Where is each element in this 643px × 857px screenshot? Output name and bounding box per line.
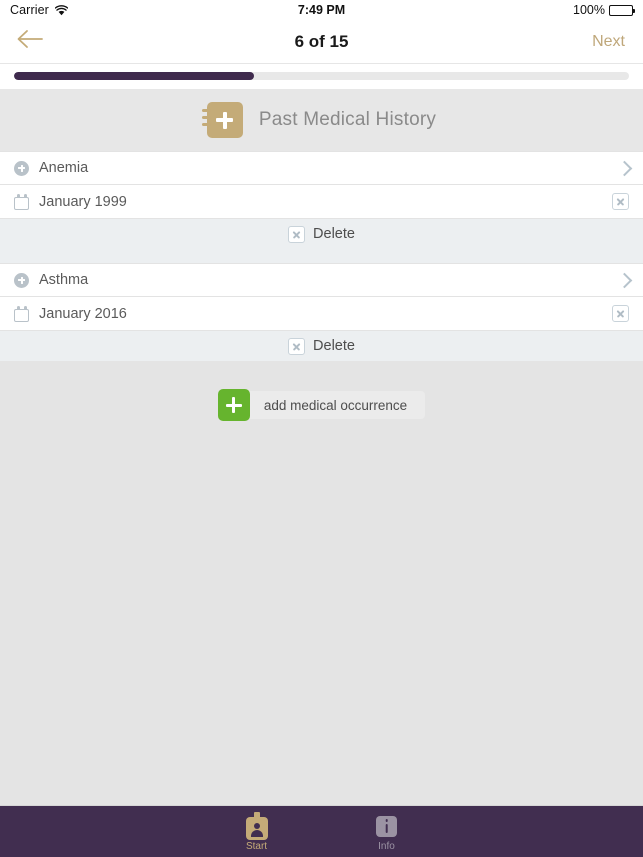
- medical-record-plus-icon: [201, 102, 243, 138]
- condition-label: Asthma: [39, 272, 89, 288]
- date-label: January 2016: [39, 305, 127, 322]
- delete-occurrence-row[interactable]: Delete: [0, 331, 643, 361]
- clear-date-button[interactable]: [612, 305, 629, 322]
- date-label: January 1999: [39, 193, 127, 210]
- add-medical-occurrence-label: add medical occurrence: [241, 391, 426, 419]
- calendar-icon: [14, 193, 29, 210]
- info-icon: [376, 815, 397, 837]
- wifi-icon: [54, 4, 68, 16]
- progress-track: [14, 72, 629, 80]
- tab-start-label: Start: [245, 841, 268, 852]
- status-bar-left: Carrier: [10, 3, 68, 17]
- group-separator: [0, 249, 643, 263]
- date-row[interactable]: January 1999: [0, 185, 643, 219]
- add-medical-occurrence-button[interactable]: add medical occurrence: [217, 389, 426, 421]
- delete-label: Delete: [313, 338, 355, 354]
- chevron-right-icon[interactable]: [619, 160, 629, 176]
- medical-history-list: Anemia January 1999 Delete Asthma Januar…: [0, 151, 643, 805]
- app-screen: Carrier 7:49 PM 100% 6 of 15 Next Past M…: [0, 0, 643, 857]
- condition-row[interactable]: Anemia: [0, 151, 643, 185]
- add-button-area: add medical occurrence: [0, 361, 643, 421]
- status-bar-right: 100%: [573, 3, 635, 17]
- x-box-icon: [288, 337, 306, 355]
- page-counter-title: 6 of 15: [294, 31, 349, 51]
- id-badge-icon: [245, 812, 268, 840]
- delete-label: Delete: [313, 226, 355, 242]
- circle-plus-icon: [14, 160, 29, 176]
- carrier-label: Carrier: [10, 3, 49, 17]
- progress-fill: [14, 72, 254, 80]
- condition-row[interactable]: Asthma: [0, 263, 643, 297]
- progress-bar-container: [0, 64, 643, 89]
- tab-info[interactable]: Info: [352, 811, 422, 852]
- back-button[interactable]: [0, 28, 60, 55]
- circle-plus-icon: [14, 272, 29, 288]
- tab-start[interactable]: Start: [222, 811, 292, 852]
- medical-occurrence-group: Anemia January 1999 Delete: [0, 151, 643, 249]
- next-button[interactable]: Next: [592, 33, 625, 51]
- medical-occurrence-group: Asthma January 2016 Delete: [0, 263, 643, 361]
- chevron-right-icon[interactable]: [619, 272, 629, 288]
- x-box-icon: [288, 225, 306, 243]
- date-row[interactable]: January 2016: [0, 297, 643, 331]
- page-header: Past Medical History: [0, 89, 643, 151]
- clear-date-button[interactable]: [612, 193, 629, 210]
- plus-icon: [217, 389, 250, 421]
- condition-label: Anemia: [39, 160, 89, 176]
- battery-icon: [609, 4, 635, 16]
- battery-percent-label: 100%: [573, 3, 605, 17]
- status-bar: Carrier 7:49 PM 100%: [0, 0, 643, 20]
- calendar-icon: [14, 305, 29, 322]
- navigation-bar: 6 of 15 Next: [0, 20, 643, 64]
- tab-info-label: Info: [378, 841, 395, 852]
- status-bar-time: 7:49 PM: [297, 3, 346, 17]
- tab-bar: Start Info: [0, 805, 643, 857]
- page-title: Past Medical History: [258, 109, 437, 130]
- delete-occurrence-row[interactable]: Delete: [0, 219, 643, 249]
- arrow-left-icon: [15, 28, 45, 55]
